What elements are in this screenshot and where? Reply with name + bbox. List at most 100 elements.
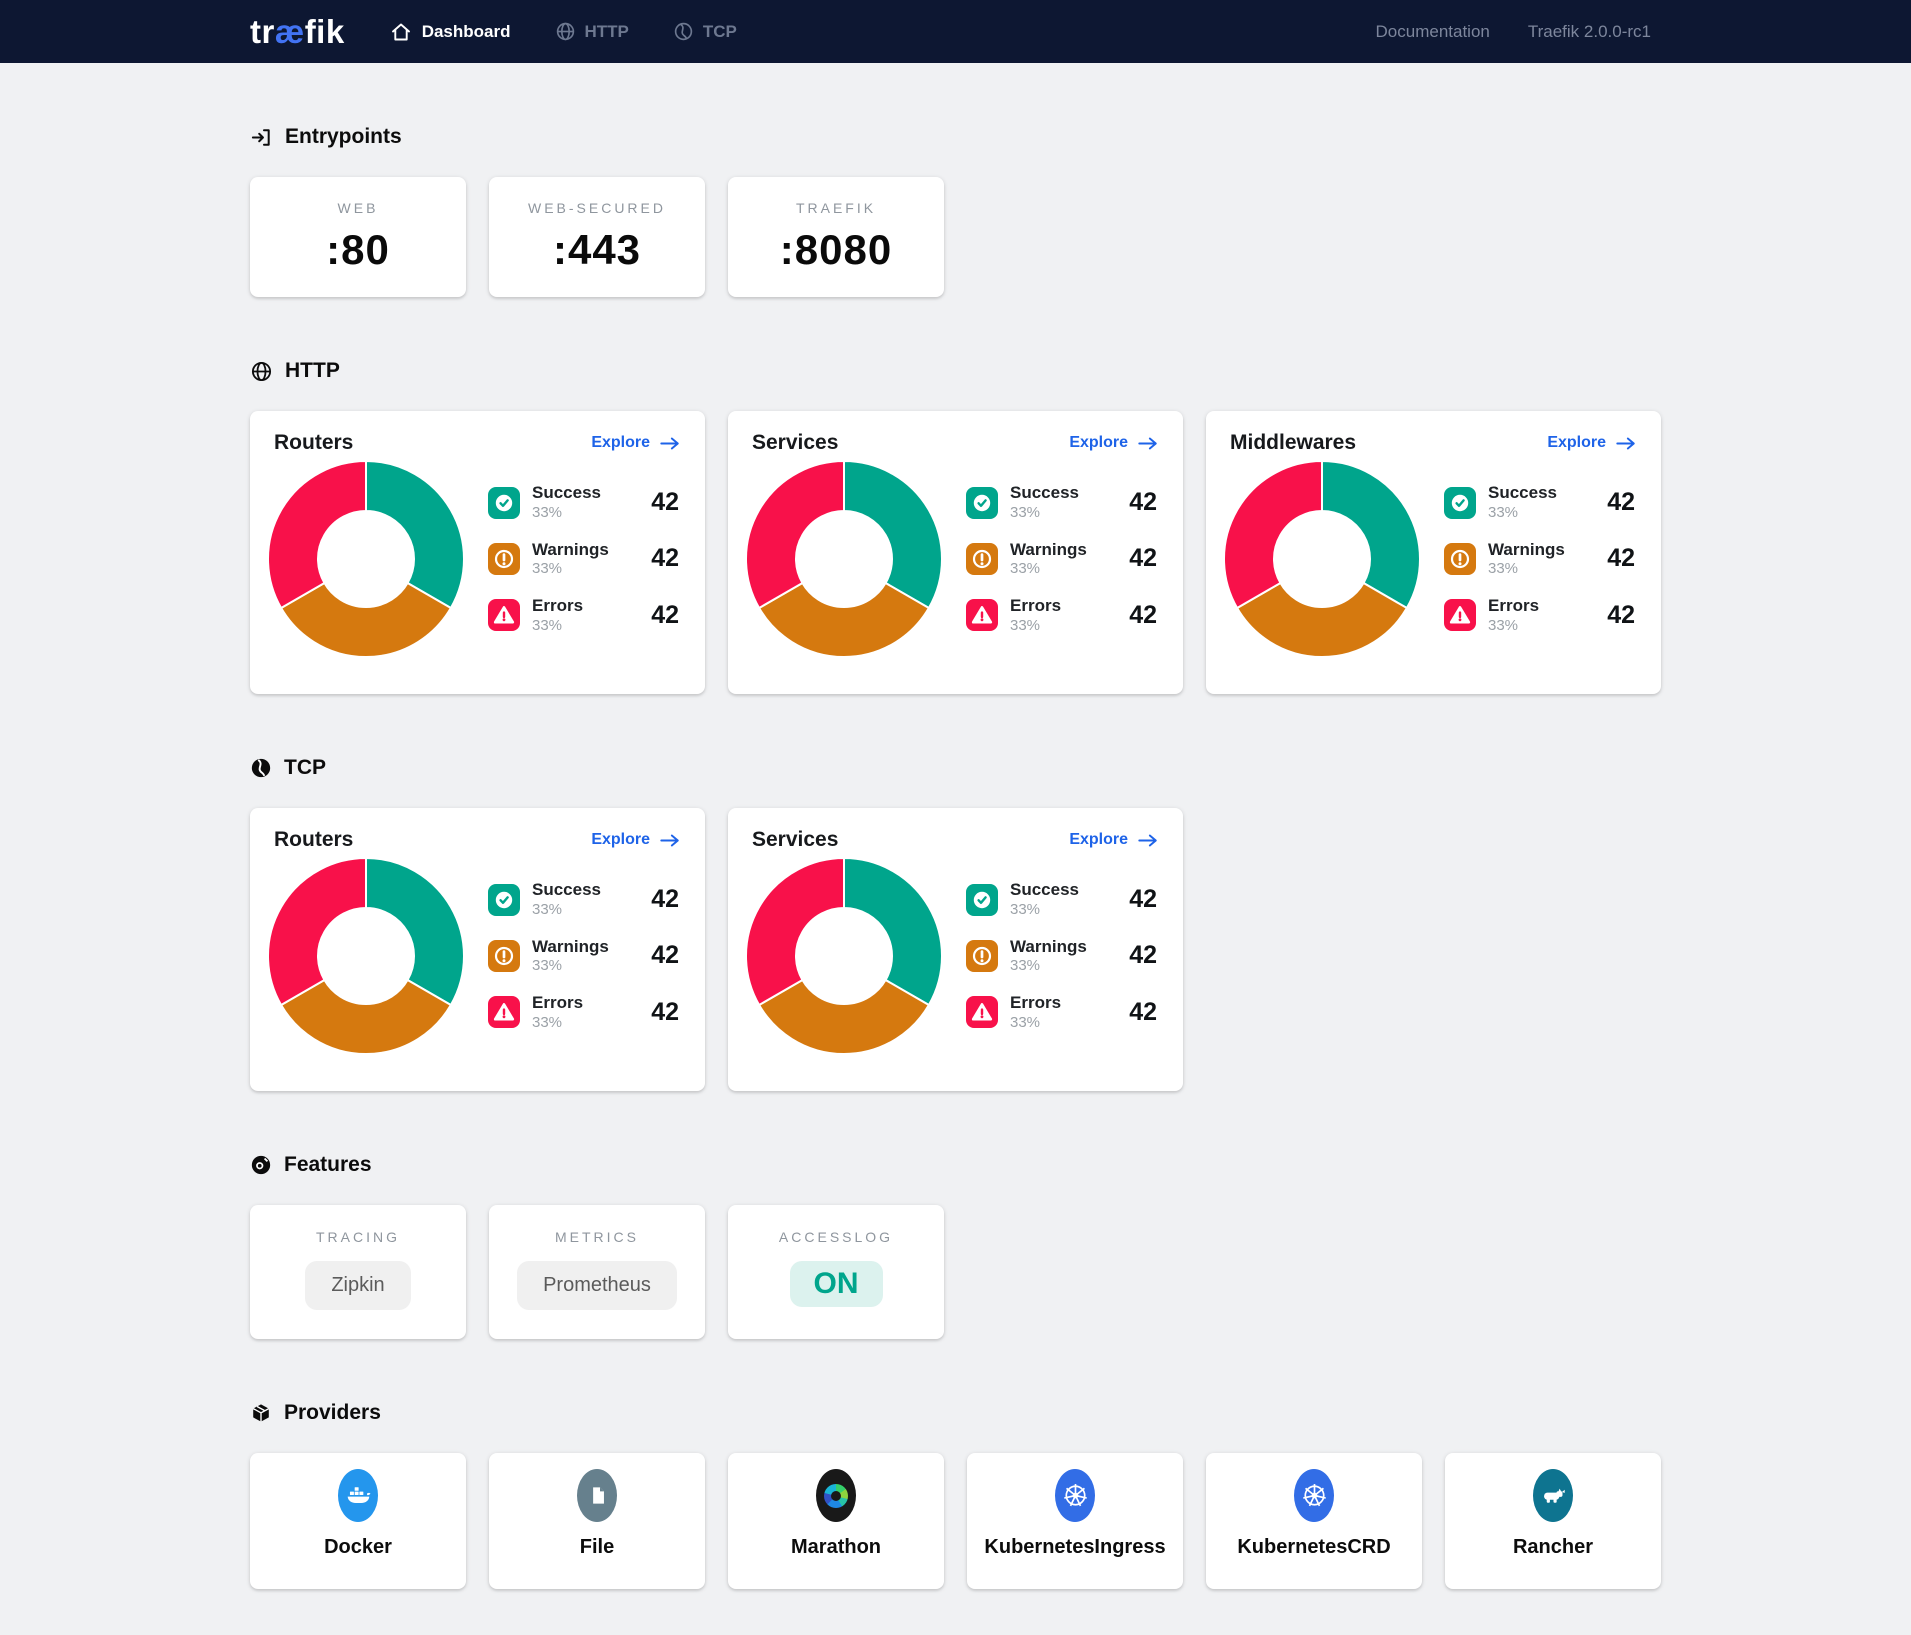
check-circle-icon xyxy=(488,884,520,916)
http-section-header: HTTP xyxy=(250,359,1661,383)
legend-label: Warnings xyxy=(1010,937,1117,957)
version-label: Traefik 2.0.0-rc1 xyxy=(1528,22,1651,42)
legend-value: 42 xyxy=(1129,941,1159,970)
legend-label: Warnings xyxy=(532,540,639,560)
legend-label: Success xyxy=(1010,880,1117,900)
legend-label: Warnings xyxy=(1010,540,1117,560)
warning-triangle-icon xyxy=(966,996,998,1028)
legend-value: 42 xyxy=(1607,544,1637,573)
feature-card-accesslog: ACCESSLOG ON xyxy=(728,1205,944,1339)
tcp-services-card: Services Explore Success33% 42 War xyxy=(728,808,1183,1091)
explore-link[interactable]: Explore xyxy=(1069,434,1159,452)
legend-label: Errors xyxy=(1488,596,1595,616)
legend-value: 42 xyxy=(1129,998,1159,1027)
provider-card-rancher: Rancher xyxy=(1445,1453,1661,1589)
exclamation-circle-icon xyxy=(966,940,998,972)
check-circle-icon xyxy=(966,487,998,519)
explore-link[interactable]: Explore xyxy=(1547,434,1637,452)
provider-card-docker: Docker xyxy=(250,1453,466,1589)
entrypoints-icon xyxy=(250,126,273,149)
arrow-right-icon xyxy=(659,833,681,848)
legend-row-success: Success33% 42 xyxy=(966,483,1159,521)
legend-value: 42 xyxy=(651,998,681,1027)
legend-label: Errors xyxy=(1010,596,1117,616)
nav-label: Dashboard xyxy=(422,22,511,42)
legend-percent: 33% xyxy=(532,957,639,975)
legend-percent: 33% xyxy=(1488,504,1595,522)
card-title: Services xyxy=(752,828,838,852)
nav-item-http[interactable]: HTTP xyxy=(555,21,629,42)
legend-row-errors: Errors33% 42 xyxy=(1444,596,1637,634)
legend-value: 42 xyxy=(651,941,681,970)
explore-label: Explore xyxy=(1069,434,1128,452)
http-middlewares-card: Middlewares Explore Success33% 42 xyxy=(1206,411,1661,694)
legend-row-warnings: Warnings33% 42 xyxy=(488,937,681,975)
entrypoint-name: TRAEFIK xyxy=(796,200,876,216)
legend-value: 42 xyxy=(651,601,681,630)
legend-row-errors: Errors33% 42 xyxy=(966,993,1159,1031)
legend-value: 42 xyxy=(1129,885,1159,914)
feature-value-pill: Prometheus xyxy=(517,1261,677,1310)
explore-link[interactable]: Explore xyxy=(591,434,681,452)
legend-label: Success xyxy=(532,880,639,900)
http-services-card: Services Explore Success33% 42 War xyxy=(728,411,1183,694)
section-title: Providers xyxy=(284,1401,381,1425)
entrypoint-card-traefik: TRAEFIK :8080 xyxy=(728,177,944,297)
legend-row-errors: Errors33% 42 xyxy=(966,596,1159,634)
check-circle-icon xyxy=(488,487,520,519)
documentation-link[interactable]: Documentation xyxy=(1376,22,1490,42)
legend-row-warnings: Warnings33% 42 xyxy=(1444,540,1637,578)
marathon-icon xyxy=(816,1469,856,1522)
legend-value: 42 xyxy=(651,544,681,573)
http-routers-card: Routers Explore Success33% 42 Warn xyxy=(250,411,705,694)
legend-label: Success xyxy=(1010,483,1117,503)
legend-label: Errors xyxy=(1010,993,1117,1013)
rancher-bull-icon xyxy=(1533,1469,1573,1522)
legend-row-success: Success33% 42 xyxy=(1444,483,1637,521)
legend-percent: 33% xyxy=(1010,504,1117,522)
section-title: Entrypoints xyxy=(285,125,402,149)
provider-label: File xyxy=(580,1536,614,1559)
entrypoint-name: WEB xyxy=(338,200,379,216)
legend-value: 42 xyxy=(651,885,681,914)
kubernetes-wheel-icon xyxy=(1055,1469,1095,1522)
card-title: Services xyxy=(752,431,838,455)
donut-chart xyxy=(266,459,466,659)
nav-item-tcp[interactable]: TCP xyxy=(673,21,737,42)
provider-card-kubernetes-ingress: KubernetesIngress xyxy=(967,1453,1183,1589)
dashboard-main: Entrypoints WEB :80 WEB-SECURED :443 TRA… xyxy=(250,125,1661,1635)
chart-legend: Success33% 42 Warnings33% 42 Errors33% 4… xyxy=(488,880,681,1031)
entrypoint-card-web-secured: WEB-SECURED :443 xyxy=(489,177,705,297)
logo-text: tr xyxy=(250,13,275,50)
explore-link[interactable]: Explore xyxy=(591,831,681,849)
nav-label: TCP xyxy=(703,22,737,42)
globe-icon xyxy=(250,360,273,383)
legend-row-errors: Errors33% 42 xyxy=(488,596,681,634)
card-title: Routers xyxy=(274,431,353,455)
donut-chart xyxy=(1222,459,1422,659)
entrypoint-port: :80 xyxy=(326,226,390,274)
entrypoints-section-header: Entrypoints xyxy=(250,125,1661,149)
legend-percent: 33% xyxy=(532,560,639,578)
traefik-logo[interactable]: træfik xyxy=(250,13,345,51)
explore-link[interactable]: Explore xyxy=(1069,831,1159,849)
legend-percent: 33% xyxy=(532,504,639,522)
arrow-right-icon xyxy=(659,436,681,451)
provider-card-kubernetes-crd: KubernetesCRD xyxy=(1206,1453,1422,1589)
entrypoint-port: :8080 xyxy=(780,226,892,274)
legend-percent: 33% xyxy=(1010,957,1117,975)
legend-label: Warnings xyxy=(1488,540,1595,560)
nav-item-dashboard[interactable]: Dashboard xyxy=(389,20,511,44)
legend-percent: 33% xyxy=(1488,560,1595,578)
explore-label: Explore xyxy=(1069,831,1128,849)
feature-value-pill: Zipkin xyxy=(305,1261,410,1310)
feature-name: ACCESSLOG xyxy=(779,1229,893,1245)
entrypoint-card-web: WEB :80 xyxy=(250,177,466,297)
legend-value: 42 xyxy=(651,488,681,517)
legend-label: Errors xyxy=(532,596,639,616)
provider-label: KubernetesCRD xyxy=(1237,1536,1390,1559)
feature-card-metrics: METRICS Prometheus xyxy=(489,1205,705,1339)
tcp-section-header: TCP xyxy=(250,756,1661,780)
eye-icon xyxy=(250,1154,272,1176)
features-cards: TRACING Zipkin METRICS Prometheus ACCESS… xyxy=(250,1205,1661,1339)
